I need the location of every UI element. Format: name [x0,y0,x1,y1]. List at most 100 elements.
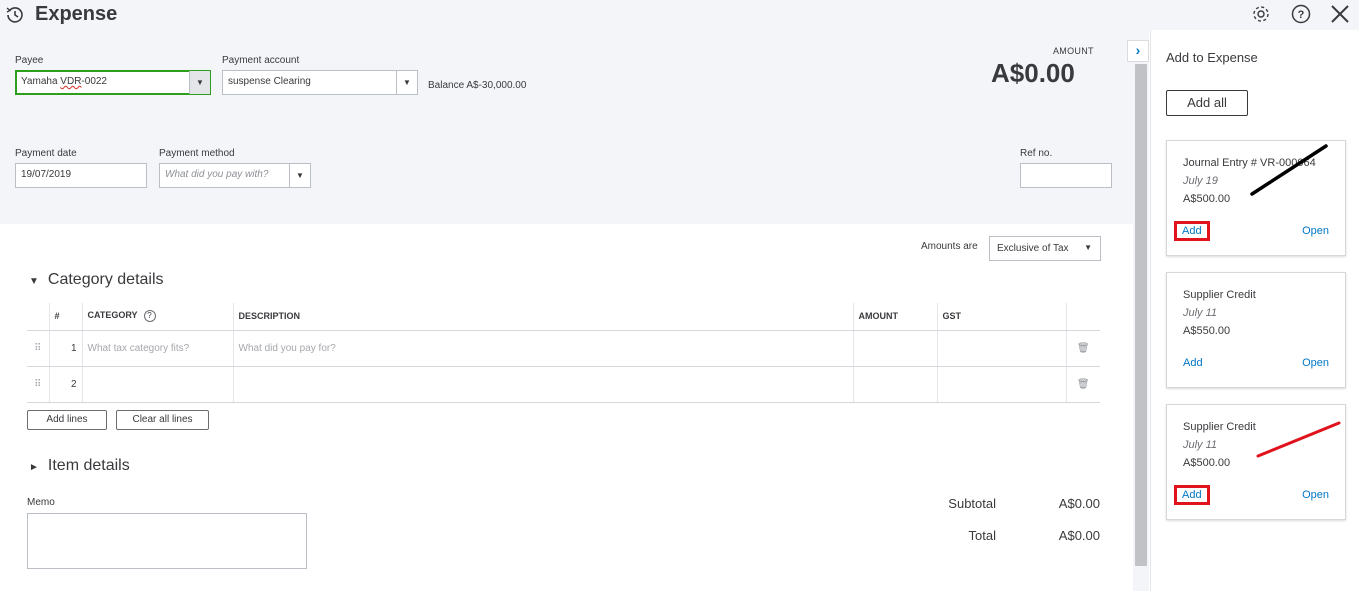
col-header-gst: GST [937,303,1067,331]
expense-header [0,30,1133,224]
payee-value-suffix: -0022 [81,76,107,87]
description-cell[interactable] [233,366,854,403]
trash-icon[interactable]: 🗑 [1066,366,1100,403]
drag-col-header [27,303,50,331]
payment-account-select[interactable]: suspense Clearing ▼ [222,70,418,95]
table-header-row: # CATEGORY? DESCRIPTION AMOUNT GST [27,303,1100,331]
payment-date-field[interactable]: 19/07/2019 [15,163,147,188]
trash-col-header [1066,303,1100,331]
item-details-title: Item details [47,457,130,474]
payment-method-placeholder: What did you pay with? [165,169,269,180]
category-details-title: Category details [47,271,164,288]
card-open-link[interactable]: Open [1302,489,1329,501]
table-row: ⠿ 2 🗑 [27,366,1100,403]
add-all-button[interactable]: Add all [1166,90,1248,116]
gst-cell[interactable] [937,330,1067,367]
payment-method-label: Payment method [159,148,235,159]
description-placeholder: What did you pay for? [238,342,336,354]
category-placeholder: What tax category fits? [87,342,190,354]
help-icon[interactable]: ? [143,310,156,323]
collapse-sidebar-button[interactable]: › [1127,40,1149,62]
card-date: July 11 [1183,439,1218,451]
col-header-description: DESCRIPTION [233,303,854,331]
clear-all-lines-button[interactable]: Clear all lines [116,410,209,430]
scrollbar-thumb[interactable] [1135,64,1147,566]
amount-cell[interactable] [853,366,938,403]
total-value: A$0.00 [1058,528,1100,543]
help-icon[interactable]: ? [1290,3,1312,25]
transaction-card: Journal Entry # VR-000064 July 19 A$500.… [1166,140,1346,256]
triangle-right-icon: ► [29,462,39,473]
transaction-card: Supplier Credit July 11 A$500.00 Add Ope… [1166,404,1346,520]
drag-handle-icon[interactable]: ⠿ [27,330,50,367]
amount-value: A$0.00 [991,58,1075,88]
row-number: 1 [49,330,83,367]
amounts-are-label: Amounts are [921,241,978,252]
description-cell[interactable]: What did you pay for? [233,330,854,367]
add-lines-button[interactable]: Add lines [27,410,107,430]
drag-handle-icon[interactable]: ⠿ [27,366,50,403]
table-row: ⠿ 1 What tax category fits? What did you… [27,330,1100,367]
col-header-category-label: CATEGORY [87,310,138,321]
payment-account-value: suspense Clearing [228,76,311,87]
top-bar [0,0,1359,30]
row-number: 2 [49,366,83,403]
category-cell[interactable] [82,366,234,403]
gear-icon[interactable] [1250,3,1272,25]
transaction-card: Supplier Credit July 11 A$550.00 Add Ope… [1166,272,1346,388]
memo-label: Memo [27,497,55,508]
card-open-link[interactable]: Open [1302,357,1329,369]
chevron-right-icon: › [1135,42,1141,58]
chevron-down-icon[interactable]: ▼ [189,71,210,94]
card-title: Supplier Credit [1183,421,1256,433]
amounts-are-value: Exclusive of Tax [997,243,1069,254]
total-label: Total [968,528,996,543]
amount-cell[interactable] [853,330,938,367]
card-add-link[interactable]: Add [1174,221,1210,241]
card-date: July 19 [1183,175,1218,187]
payment-date-value: 19/07/2019 [21,169,72,180]
triangle-down-icon: ▼ [29,276,39,287]
close-icon[interactable] [1328,3,1352,25]
payee-value-prefix: Yamaha [21,76,61,87]
history-clock-icon[interactable] [4,4,26,26]
payment-date-label: Payment date [15,148,77,159]
category-cell[interactable]: What tax category fits? [82,330,234,367]
card-add-link[interactable]: Add [1174,485,1210,505]
ref-no-label: Ref no. [1020,148,1053,159]
category-table: # CATEGORY? DESCRIPTION AMOUNT GST ⠿ 1 W… [27,303,1100,403]
trash-icon[interactable]: 🗑 [1066,330,1100,367]
card-amount: A$550.00 [1183,325,1231,337]
payee-value-spell: VDR [60,76,82,87]
subtotal-value: A$0.00 [1058,496,1100,511]
card-open-link[interactable]: Open [1302,225,1329,237]
col-header-amount: AMOUNT [853,303,938,331]
balance-text: Balance A$-30,000.00 [428,80,527,91]
page-title: Expense [35,3,118,25]
memo-field[interactable] [27,513,307,569]
svg-text:?: ? [1298,9,1305,21]
gst-cell[interactable] [937,366,1067,403]
col-header-category: CATEGORY? [82,303,234,331]
card-amount: A$500.00 [1183,457,1231,469]
col-header-number: # [49,303,83,331]
card-add-link[interactable]: Add [1183,357,1203,369]
chevron-down-icon: ▼ [1084,243,1092,252]
ref-no-field[interactable] [1020,163,1112,188]
chevron-down-icon[interactable]: ▼ [289,164,310,187]
subtotal-label: Subtotal [948,496,996,511]
chevron-down-icon[interactable]: ▼ [396,71,417,94]
payment-account-label: Payment account [222,55,300,66]
category-details-toggle[interactable]: ▼ Category details [29,271,164,289]
payment-method-select[interactable]: What did you pay with? ▼ [159,163,311,188]
card-amount: A$500.00 [1183,193,1231,205]
payee-field[interactable]: Yamaha VDR-0022 ▼ [15,70,211,95]
card-title: Journal Entry # VR-000064 [1183,157,1316,169]
sidebar-title: Add to Expense [1166,50,1258,65]
card-date: July 11 [1183,307,1218,319]
item-details-toggle[interactable]: ► Item details [29,457,130,475]
amounts-are-select[interactable]: Exclusive of Tax ▼ [989,236,1101,261]
card-title: Supplier Credit [1183,289,1256,301]
payee-label: Payee [15,55,44,66]
amount-label: AMOUNT [1053,46,1094,56]
